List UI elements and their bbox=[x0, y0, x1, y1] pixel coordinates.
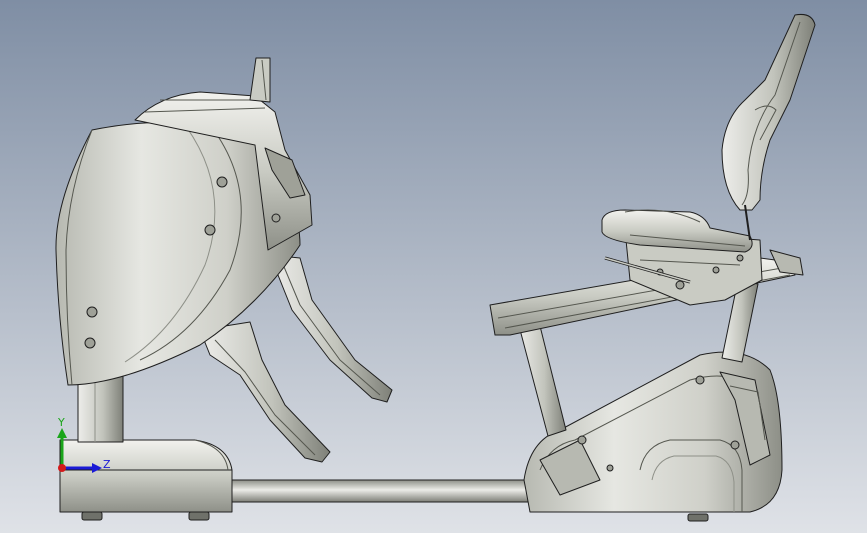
y-axis-label: Y bbox=[57, 416, 65, 429]
base-rail-tube bbox=[229, 479, 531, 503]
x-axis-origin bbox=[58, 464, 66, 472]
graphics-viewport[interactable]: Y Z bbox=[0, 0, 867, 533]
front-base-housing bbox=[59, 439, 233, 513]
z-axis-label: Z bbox=[103, 458, 111, 471]
